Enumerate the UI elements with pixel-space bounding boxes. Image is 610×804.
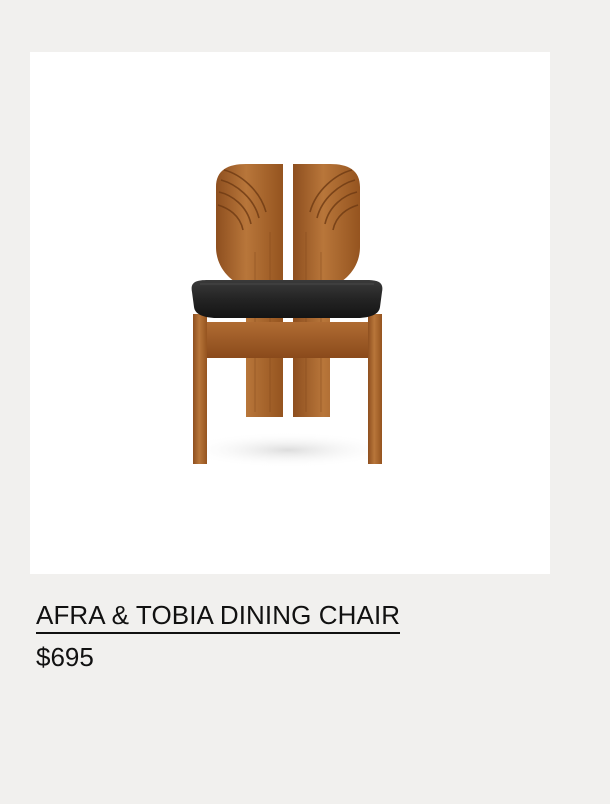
product-title-link[interactable]: AFRA & TOBIA DINING CHAIR — [36, 599, 401, 634]
product-image-link[interactable] — [30, 52, 550, 574]
chair-image — [183, 164, 393, 468]
product-price: $695 — [36, 642, 94, 672]
product-card: AFRA & TOBIA DINING CHAIR $695 — [0, 0, 610, 804]
